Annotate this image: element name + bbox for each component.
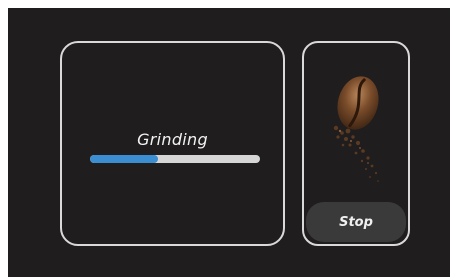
grinding-progress-fill — [90, 155, 158, 163]
machine-screen: Grinding Stop — [8, 8, 450, 277]
grinding-progress-bar — [90, 155, 260, 163]
grinding-status-label: Grinding — [137, 130, 208, 149]
coffee-bean-icon — [333, 76, 379, 182]
grinding-progress-panel: Grinding — [60, 41, 285, 246]
bean-control-panel: Stop — [302, 41, 410, 246]
stop-button[interactable]: Stop — [306, 202, 406, 242]
